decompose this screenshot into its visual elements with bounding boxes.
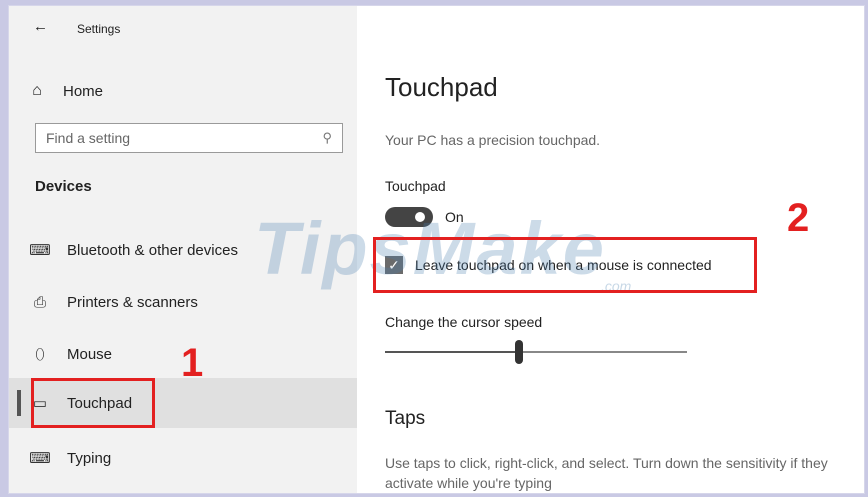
touchpad-info: Your PC has a precision touchpad. — [385, 132, 601, 148]
sidebar-item-label: Bluetooth & other devices — [67, 241, 238, 259]
search-placeholder: Find a setting — [46, 130, 131, 146]
touchpad-toggle-label: Touchpad — [385, 178, 446, 194]
cursor-speed-thumb[interactable] — [515, 340, 523, 364]
taps-heading: Taps — [385, 408, 426, 429]
active-indicator — [17, 390, 21, 416]
search-icon[interactable]: ⚲ — [322, 130, 332, 146]
back-arrow-icon[interactable]: ← — [33, 18, 48, 35]
app-title: Settings — [77, 22, 121, 36]
section-label: Devices — [35, 178, 92, 195]
step-number-2: 2 — [787, 196, 810, 240]
bluetooth-devices-icon: ⌨ — [29, 242, 51, 259]
cursor-speed-label: Change the cursor speed — [385, 314, 543, 330]
keyboard-icon: ⌨ — [29, 450, 51, 467]
settings-window: ← Settings ⌂ Home Find a setting ⚲ Devic… — [8, 5, 865, 494]
nav-home[interactable]: ⌂ Home — [25, 76, 345, 106]
search-input[interactable]: Find a setting ⚲ — [35, 123, 343, 153]
taps-description: Use taps to click, right-click, and sele… — [385, 455, 828, 491]
highlight-box-touchpad — [31, 378, 155, 428]
page-title: Touchpad — [385, 72, 498, 102]
title-bar: ← Settings — [9, 6, 357, 46]
step-number-1: 1 — [181, 341, 204, 385]
mouse-icon: ⬯ — [35, 345, 45, 363]
highlight-box-checkbox — [373, 237, 757, 293]
sidebar-item-label: Printers & scanners — [67, 293, 198, 311]
sidebar-item-label: Mouse — [67, 345, 113, 363]
sidebar-item-label: Typing — [67, 449, 112, 467]
sidebar-item-typing[interactable]: ⌨ Typing — [9, 433, 357, 483]
home-icon: ⌂ — [32, 82, 42, 99]
cursor-speed-fill — [385, 351, 515, 353]
printer-icon: ⎙ — [33, 293, 46, 311]
nav-home-label: Home — [63, 82, 104, 100]
